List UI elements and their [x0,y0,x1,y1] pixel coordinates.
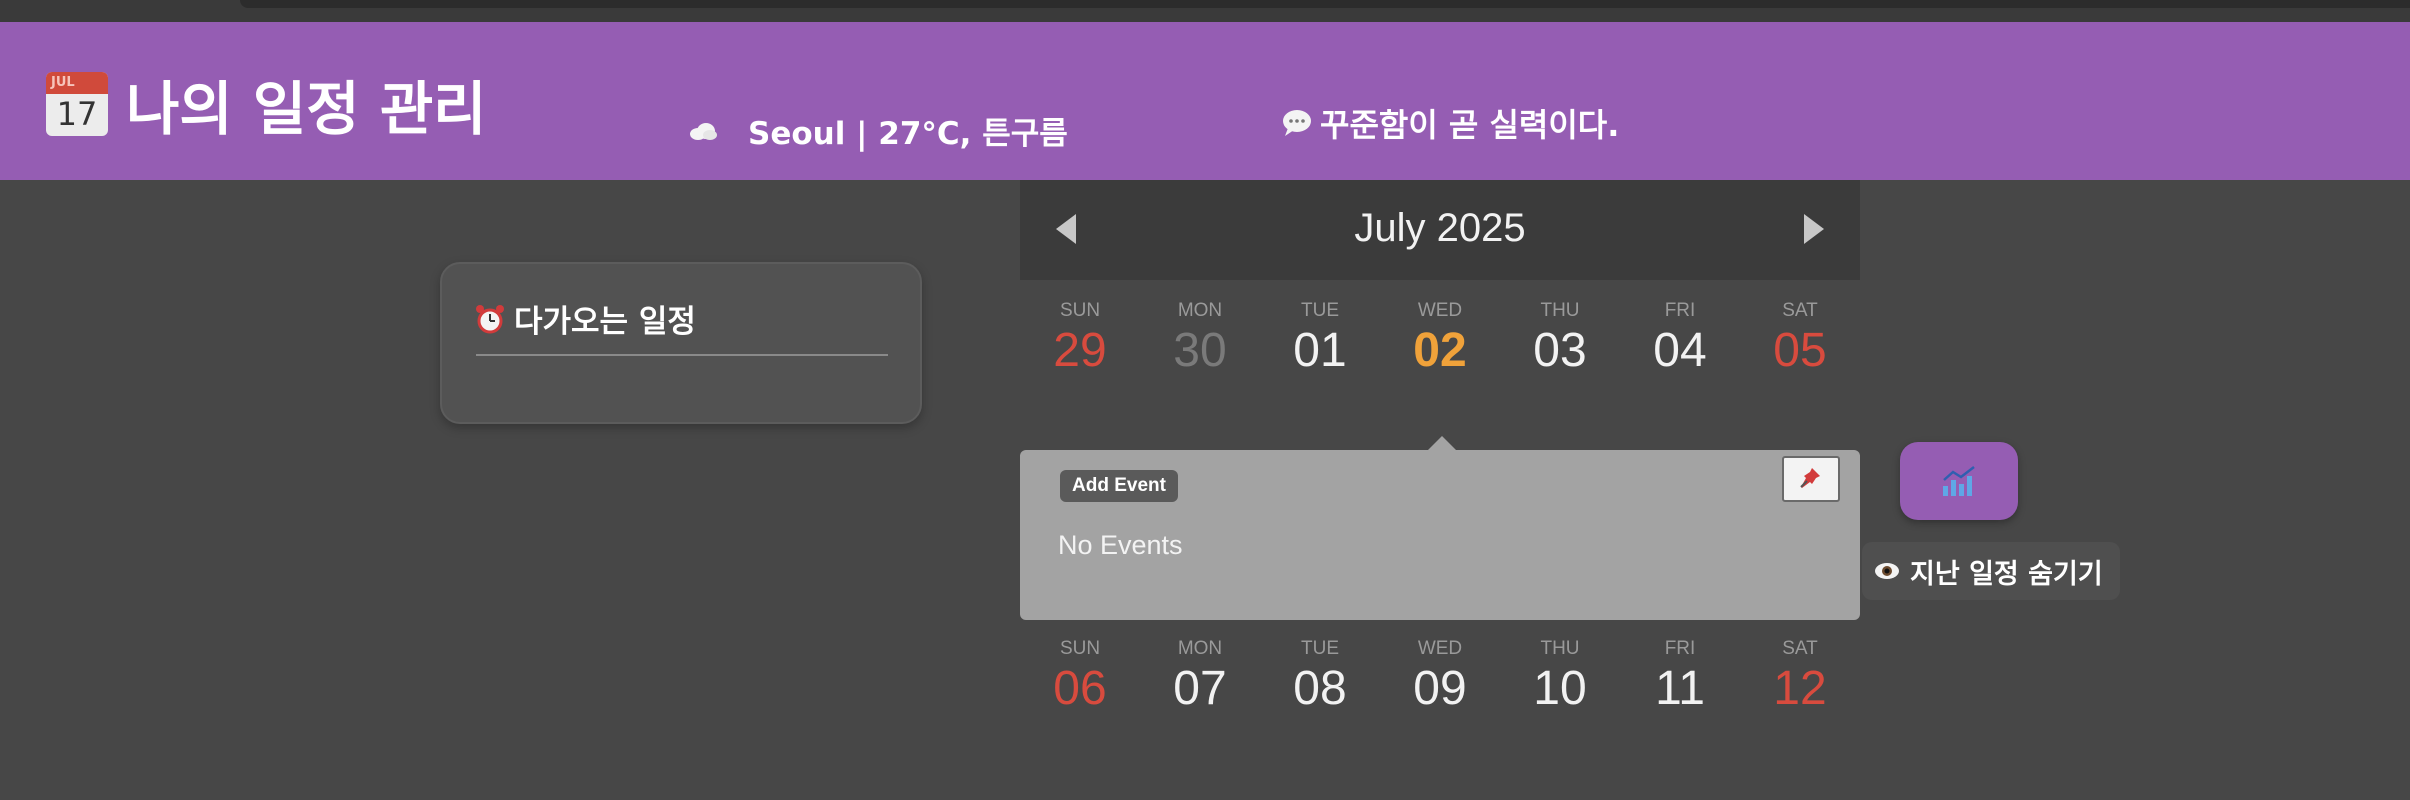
calendar-day[interactable]: FRI 11 [1620,638,1740,718]
browser-address-bar [240,0,2410,8]
calendar-day[interactable]: SUN 29 [1020,300,1140,380]
divider [476,354,888,356]
day-number: 02 [1413,324,1467,377]
speech-bubble-icon [1283,110,1311,136]
day-of-week-label: SAT [1782,300,1818,321]
day-of-week-label: WED [1417,300,1463,321]
day-number: 10 [1533,662,1587,715]
calendar-month-nav: July 2025 [1020,180,1860,280]
app-title: JUL 17 나의 일정 관리 [46,62,487,146]
eye-icon [1875,563,1899,579]
day-of-week-label: SAT [1782,638,1818,659]
calendar-day[interactable]: SAT 05 [1740,300,1860,380]
day-of-week-label: SUN [1059,300,1101,321]
day-of-week-label: FRI [1664,300,1696,321]
calendar-day[interactable]: MON 30 [1140,300,1260,380]
day-of-week-label: THU [1540,638,1580,659]
day-number: 03 [1533,324,1587,377]
calendar-day-today[interactable]: WED 02 [1380,300,1500,380]
alarm-clock-icon [476,304,504,333]
pin-button[interactable] [1782,456,1840,502]
day-number: 06 [1053,662,1107,715]
calendar-day[interactable]: MON 07 [1140,638,1260,718]
add-event-button[interactable]: Add Event [1060,470,1178,502]
hide-past-events-label: 지난 일정 숨기기 [1910,558,2103,590]
chart-icon [1943,466,1975,496]
day-of-week-label: WED [1417,638,1463,659]
day-number: 30 [1173,324,1227,377]
day-number: 05 [1773,324,1827,377]
calendar-day[interactable]: FRI 04 [1620,300,1740,380]
pushpin-icon [1800,468,1820,488]
day-of-week-label: MON [1177,300,1223,321]
calendar-icon-month: JUL [46,72,108,94]
browser-top-bar [0,0,2410,22]
day-number: 09 [1413,662,1467,715]
calendar-day[interactable]: SAT 12 [1740,638,1860,718]
day-number: 12 [1773,662,1827,715]
calendar-day[interactable]: WED 09 [1380,638,1500,718]
weather-widget: Seoul | 27°C, 튼구름 [688,108,1068,153]
daily-quote: 꾸준함이 곧 실력이다. [1282,100,1619,146]
day-of-week-label: MON [1177,638,1223,659]
upcoming-events-title: 다가오는 일정 [514,304,696,340]
cloud-icon [690,122,717,140]
day-of-week-label: THU [1540,300,1580,321]
calendar-day[interactable]: THU 03 [1500,300,1620,380]
quote-text: 꾸준함이 곧 실력이다. [1320,106,1620,144]
empty-events-text: No Events [1058,530,1183,560]
day-number: 07 [1173,662,1227,715]
day-number: 11 [1655,662,1705,715]
event-panel: Add Event No Events [1020,450,1860,620]
calendar-icon-day: 17 [56,95,98,133]
calendar-icon: JUL 17 [46,72,108,136]
upcoming-events-header: 다가오는 일정 [474,296,696,341]
month-title: July 2025 [1354,206,1526,250]
upcoming-events-card: 다가오는 일정 [440,262,922,424]
calendar-day[interactable]: TUE 08 [1260,638,1380,718]
hide-past-events-toggle[interactable]: 지난 일정 숨기기 [1862,542,2120,600]
day-number: 04 [1653,324,1707,377]
day-of-week-label: FRI [1664,638,1696,659]
statistics-button[interactable] [1900,442,2018,520]
day-of-week-label: TUE [1301,300,1339,321]
app-header: JUL 17 나의 일정 관리 Seoul | 27°C, 튼구름 꾸준함이 곧… [0,22,2410,180]
day-number: 01 [1293,324,1347,377]
weather-text: Seoul | 27°C, 튼구름 [748,116,1068,152]
next-month-button[interactable] [1804,214,1824,244]
calendar-week-row: SUN 06 MON 07 TUE 08 WED 09 THU 10 FRI 1… [1020,638,1860,718]
calendar-week-row: SUN 29 MON 30 TUE 01 WED 02 THU 03 FRI 0… [1020,300,1860,380]
calendar-day[interactable]: THU 10 [1500,638,1620,718]
day-of-week-label: TUE [1301,638,1339,659]
day-number: 08 [1293,662,1347,715]
day-number: 29 [1053,324,1107,377]
event-panel-pointer [1428,436,1456,450]
day-of-week-label: SUN [1059,638,1101,659]
page-title: 나의 일정 관리 [126,75,487,143]
calendar-day[interactable]: TUE 01 [1260,300,1380,380]
calendar-day[interactable]: SUN 06 [1020,638,1140,718]
